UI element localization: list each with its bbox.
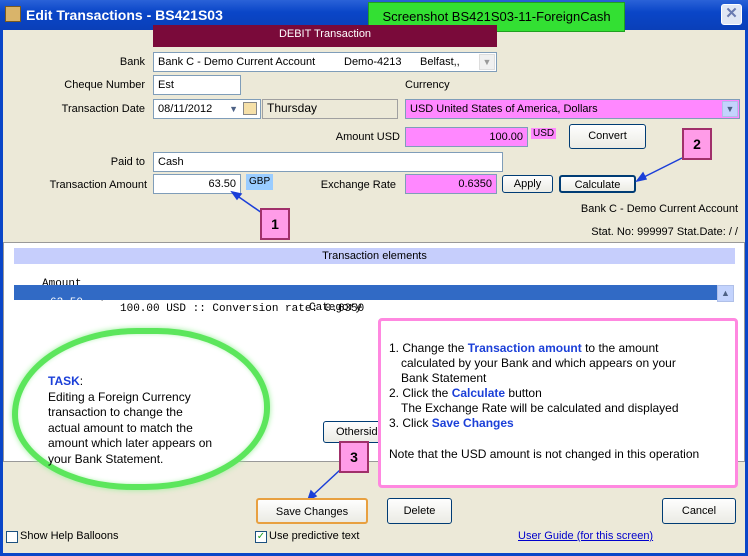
arrow-2 bbox=[641, 157, 683, 179]
predictive-text-checkbox[interactable]: ✓ bbox=[255, 531, 267, 543]
arrow-2-head bbox=[635, 171, 648, 183]
delete-button[interactable]: Delete bbox=[387, 498, 452, 524]
cancel-button[interactable]: Cancel bbox=[662, 498, 736, 524]
callout-3: 3 bbox=[339, 441, 369, 473]
predictive-text-label: Use predictive text bbox=[269, 530, 360, 542]
show-help-balloons-checkbox[interactable] bbox=[6, 531, 18, 543]
save-changes-button[interactable]: Save Changes bbox=[256, 498, 368, 524]
callout-1: 1 bbox=[260, 208, 290, 240]
user-guide-link[interactable]: User Guide (for this screen) bbox=[518, 530, 653, 542]
arrow-3 bbox=[311, 469, 341, 497]
callout-arrows bbox=[230, 157, 683, 502]
arrow-1 bbox=[235, 194, 263, 214]
callout-2: 2 bbox=[682, 128, 712, 160]
show-help-balloons-label: Show Help Balloons bbox=[20, 530, 119, 542]
